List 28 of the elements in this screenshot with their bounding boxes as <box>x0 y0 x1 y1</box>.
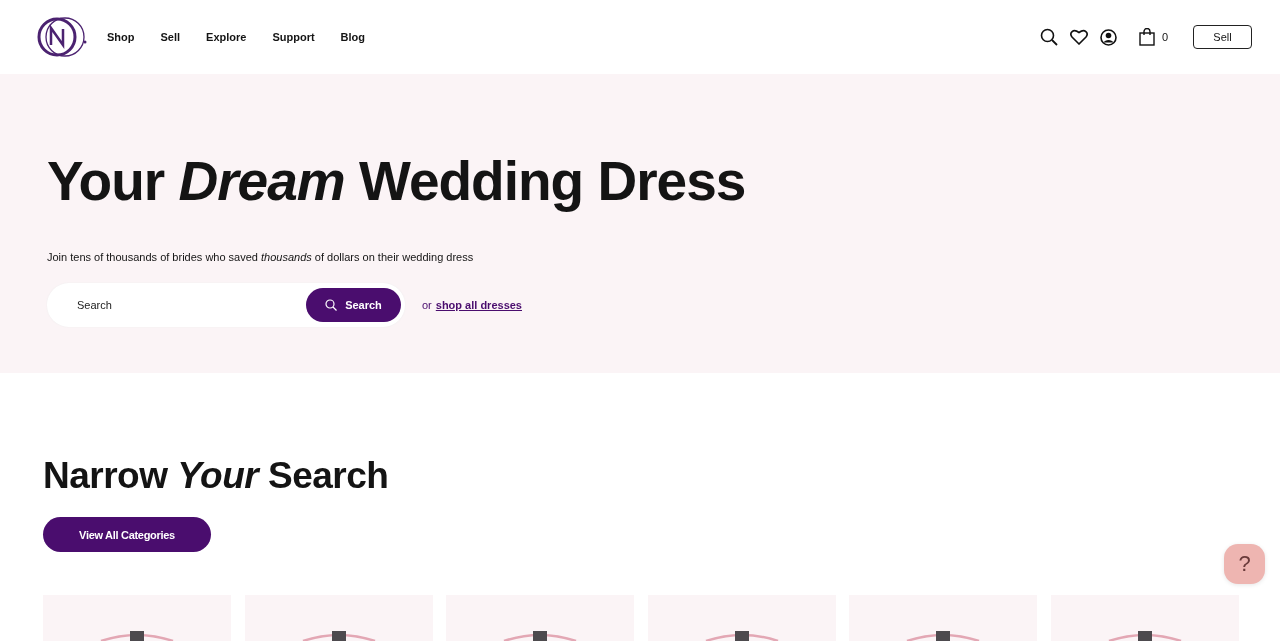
shopping-bag-icon[interactable] <box>1138 28 1155 46</box>
nav-link[interactable]: Support <box>272 31 315 43</box>
search-icon <box>325 299 338 311</box>
category-card[interactable] <box>446 595 634 641</box>
help-button[interactable]: ? <box>1224 544 1265 584</box>
category-card[interactable] <box>1050 595 1239 641</box>
search-icon[interactable] <box>1039 28 1058 46</box>
or-text: or <box>422 299 432 311</box>
category-card[interactable] <box>43 595 231 641</box>
category-card[interactable] <box>849 595 1037 641</box>
section-title: Narrow Your Search <box>43 454 390 498</box>
logo-icon[interactable] <box>37 15 89 59</box>
category-card[interactable] <box>244 595 433 641</box>
hero-title: Your Dream Wedding Dress <box>47 149 747 214</box>
nav-link[interactable]: Explore <box>206 31 247 43</box>
hero-subtitle: Join tens of thousands of brides who saved thousands of dollars on their wedding dress <box>47 251 475 263</box>
nav-link[interactable]: Shop <box>107 31 135 43</box>
shop-all-link[interactable]: shop all dresses <box>435 299 522 311</box>
category-card[interactable] <box>647 595 836 641</box>
sell-button[interactable]: Sell <box>1193 25 1252 49</box>
heart-icon[interactable] <box>1069 29 1088 45</box>
search-field[interactable]: Search Search <box>47 283 405 327</box>
nav-link[interactable]: Blog <box>340 31 366 43</box>
view-all-categories-button[interactable]: View All Categories <box>43 517 211 552</box>
search-button[interactable]: Search <box>306 288 401 322</box>
cart-count: 0 <box>1161 31 1168 43</box>
account-icon[interactable] <box>1099 28 1117 46</box>
nav-link[interactable]: Sell <box>160 31 181 43</box>
